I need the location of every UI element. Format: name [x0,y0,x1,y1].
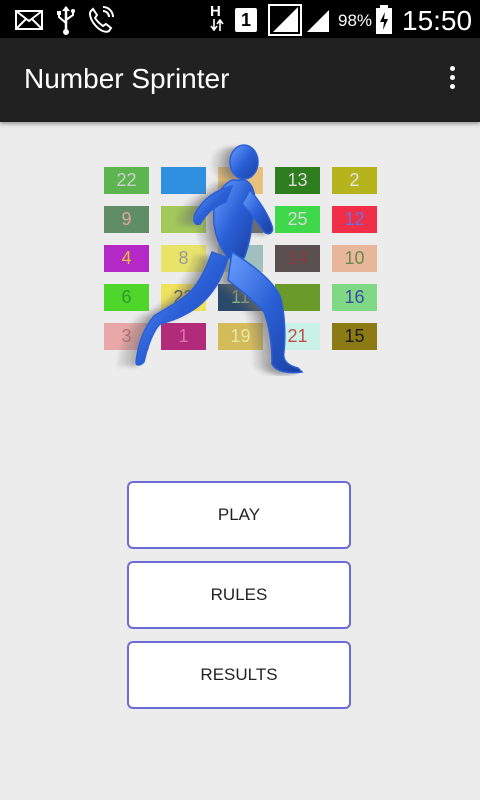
app-logo: 2213292512481410623111631192115 [104,140,377,376]
app-title: Number Sprinter [24,63,230,94]
usb-icon [56,5,76,40]
app-bar: Number Sprinter [0,38,480,122]
clock: 15:50 [402,5,473,36]
play-button[interactable]: PLAY [127,481,351,549]
more-vert-icon[interactable] [446,66,458,96]
battery-charging-icon [375,5,393,40]
results-button[interactable]: RESULTS [127,641,351,709]
wifi-call-icon [86,5,116,40]
signal-icon [305,6,331,39]
battery-percent: 98% [338,11,373,30]
hspa-icon: H [210,4,224,31]
status-bar: H 1 98% 15:50 [0,0,480,38]
signal-icon [268,4,302,41]
mail-icon [15,10,43,35]
rules-button[interactable]: RULES [127,561,351,629]
runner-icon [118,144,304,375]
sim-1-icon: 1 [235,8,257,32]
